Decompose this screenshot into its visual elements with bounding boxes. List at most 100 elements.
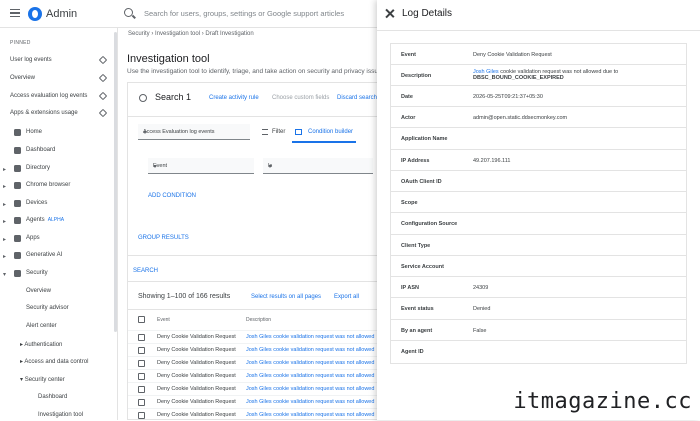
filter-icon [262, 129, 268, 135]
breadcrumb[interactable]: Security › Investigation tool › Draft In… [128, 31, 254, 37]
sidebar-item-agents[interactable]: ▸ Agents ALPHA [0, 215, 118, 229]
row-checkbox[interactable] [138, 412, 145, 419]
detail-row: Application Name [391, 128, 686, 150]
detail-row: OAuth Client ID [391, 171, 686, 192]
sidebar-sub-dashboard[interactable]: Dashboard [38, 394, 67, 400]
panel-title: Log Details [402, 8, 453, 19]
table-row[interactable]: Deny Cookie Validation Request Josh Giles… [128, 395, 388, 408]
search-title: Search 1 [155, 92, 192, 102]
pin-icon[interactable] [98, 108, 108, 118]
discard-search-link[interactable]: Discard search [337, 95, 377, 101]
table-row[interactable]: Deny Cookie Validation Request Josh Giles… [128, 356, 388, 369]
add-condition-button[interactable]: ADD CONDITION [148, 193, 196, 199]
sidebar-sub-authentication[interactable]: ▸ Authentication [20, 341, 62, 348]
log-details-table: Event Deny Cookie Validation Request Desc… [390, 43, 687, 364]
search-button[interactable]: SEARCH [133, 268, 158, 274]
pinned-item[interactable]: User log events [10, 55, 110, 65]
row-checkbox[interactable] [138, 360, 145, 367]
table-row[interactable]: Deny Cookie Validation Request Josh Giles… [128, 330, 388, 343]
detail-row: Date 2026-05-25T09:21:37+05:30 [391, 86, 686, 107]
chrome-icon [14, 182, 21, 189]
devices-icon [14, 200, 21, 207]
detail-row: By an agent False [391, 320, 686, 341]
row-checkbox[interactable] [138, 334, 145, 341]
detail-row: Scope [391, 192, 686, 213]
apps-icon [14, 235, 21, 242]
results-count: Showing 1–100 of 166 results [138, 293, 231, 300]
attribute-select[interactable]: Event [148, 158, 254, 174]
search-card: Search 1 Create activity rule Choose cus… [127, 82, 388, 421]
table-row[interactable]: Deny Cookie Validation Request Josh Giles… [128, 408, 388, 421]
condition-builder-tab[interactable]: Condition builder [308, 129, 353, 135]
sidebar-item-devices[interactable]: ▸ Devices [0, 198, 118, 212]
log-details-panel: Log Details Event Deny Cookie Validation … [377, 0, 700, 420]
home-icon [14, 129, 21, 136]
dashboard-icon [14, 147, 21, 154]
directory-icon [14, 165, 21, 172]
search-icon[interactable] [124, 8, 133, 17]
sidebar-item-generative-ai[interactable]: ▸ Generative AI [0, 250, 118, 264]
sidebar-sub-access-data-control[interactable]: ▸ Access and data control [20, 358, 88, 365]
sidebar-sub-overview[interactable]: Overview [26, 288, 51, 294]
table-row[interactable]: Deny Cookie Validation Request Josh Giles… [128, 382, 388, 395]
detail-row: Agent ID [401, 349, 424, 355]
pinned-item[interactable]: Access evaluation log events [10, 91, 110, 101]
search-input[interactable]: Search for users, groups, settings or Go… [144, 9, 344, 18]
sidebar: PINNED User log events Overview Access e… [0, 28, 118, 420]
row-checkbox[interactable] [138, 399, 145, 406]
sidebar-sub-investigation-tool[interactable]: Investigation tool [38, 412, 83, 418]
detail-row: Description Josh Giles cookie validation … [391, 65, 686, 86]
pinned-item[interactable]: Apps & extensions usage [10, 108, 110, 118]
pin-icon[interactable] [98, 73, 108, 83]
detail-row: Service Account [391, 256, 686, 277]
sidebar-item-directory[interactable]: ▸ Directory [0, 163, 118, 177]
close-icon[interactable] [385, 9, 394, 18]
detail-row: Actor admin@open.static.ddsecmonkey.com [391, 107, 686, 128]
generative-ai-icon [14, 252, 21, 259]
detail-row: IP Address 49.207.196.111 [391, 150, 686, 171]
pin-icon[interactable] [98, 91, 108, 101]
table-row[interactable]: Deny Cookie Validation Request Josh Giles… [128, 343, 388, 356]
sidebar-sub-security-center[interactable]: ▾ Security center [20, 376, 65, 383]
row-checkbox[interactable] [138, 373, 145, 380]
sidebar-item-security[interactable]: ▾ Security [0, 268, 118, 282]
detail-row: IP ASN 24309 [391, 277, 686, 298]
create-activity-rule-link[interactable]: Create activity rule [209, 95, 259, 101]
data-source-select[interactable]: Access Evaluation log events [138, 124, 250, 140]
sidebar-item-home[interactable]: Home [0, 127, 118, 141]
sidebar-item-chrome-browser[interactable]: ▸ Chrome browser [0, 180, 118, 194]
filter-tab[interactable]: Filter [272, 129, 285, 135]
menu-icon[interactable] [10, 9, 20, 17]
sidebar-sub-alert-center[interactable]: Alert center [26, 323, 57, 329]
chevron-down-icon [143, 131, 147, 134]
detail-row: Event Deny Cookie Validation Request [391, 44, 686, 65]
detail-row: Configuration Source [391, 213, 686, 235]
admin-logo-icon [28, 7, 42, 21]
condition-builder-icon [295, 129, 302, 135]
pin-icon[interactable] [98, 55, 108, 65]
table-row[interactable]: Deny Cookie Validation Request Josh Giles… [128, 369, 388, 382]
page-title: Investigation tool [127, 53, 210, 65]
select-all-pages-link[interactable]: Select results on all pages [251, 294, 321, 300]
sidebar-item-apps[interactable]: ▸ Apps [0, 233, 118, 247]
export-all-link[interactable]: Export all [334, 294, 359, 300]
group-results-button[interactable]: GROUP RESULTS [138, 235, 189, 241]
detail-row: Client Type [391, 235, 686, 256]
pinned-item[interactable]: Overview [10, 73, 110, 83]
row-checkbox[interactable] [138, 347, 145, 354]
operator-select[interactable]: Is [263, 158, 373, 174]
page-description: Use the investigation tool to identify, … [127, 68, 385, 75]
column-header-description[interactable]: Description [246, 317, 271, 323]
select-all-checkbox[interactable] [138, 316, 145, 323]
choose-custom-fields-link[interactable]: Choose custom fields [272, 95, 329, 101]
detail-row: Event status Denied [391, 298, 686, 320]
agents-icon [14, 217, 21, 224]
row-checkbox[interactable] [138, 386, 145, 393]
shield-icon [14, 270, 21, 277]
sidebar-item-dashboard[interactable]: Dashboard [0, 145, 118, 159]
column-header-event[interactable]: Event [157, 317, 170, 323]
chevron-down-icon [268, 165, 272, 168]
magnifier-icon [139, 94, 147, 102]
alpha-badge: ALPHA [47, 217, 65, 223]
sidebar-sub-security-advisor[interactable]: Security advisor [26, 305, 69, 311]
